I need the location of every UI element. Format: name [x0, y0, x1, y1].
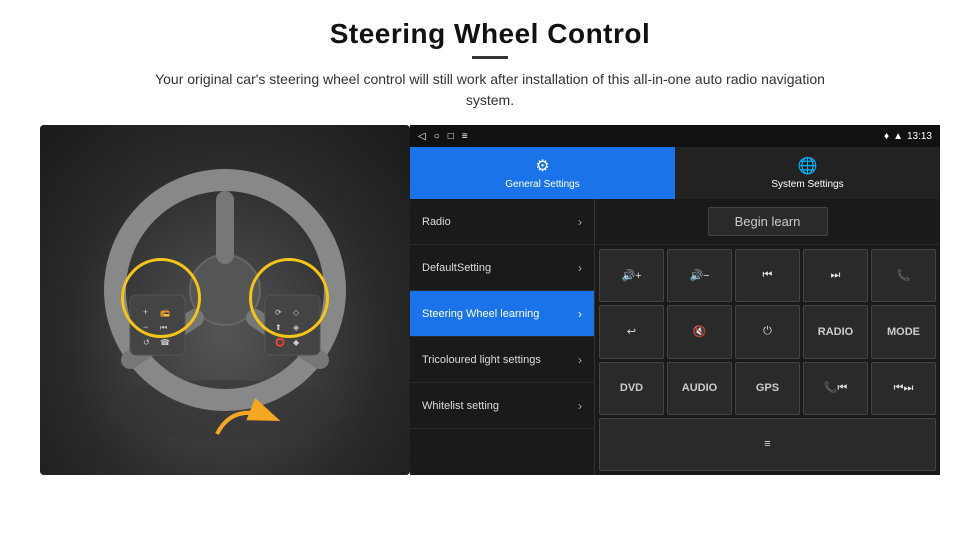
btn-dvd[interactable]: DVD: [599, 362, 664, 415]
next-track-icon: ⏭: [831, 269, 841, 282]
svg-text:◆: ◆: [293, 338, 300, 347]
tab-system-settings[interactable]: 🌐 System Settings: [675, 147, 940, 199]
control-row-4: ≡: [599, 418, 936, 471]
btn-phone-prev[interactable]: 📞⏮: [803, 362, 868, 415]
btn-mode[interactable]: MODE: [871, 305, 936, 358]
menu-nav-icon[interactable]: ≡: [462, 131, 468, 142]
chevron-icon-radio: ›: [578, 215, 582, 229]
audio-label: AUDIO: [682, 382, 717, 394]
begin-learn-button[interactable]: Begin learn: [708, 207, 828, 236]
btn-phone[interactable]: 📞: [871, 249, 936, 302]
tab-bar: ⚙ General Settings 🌐 System Settings: [410, 147, 940, 199]
highlight-circle-left: [121, 258, 201, 338]
status-bar: ◁ ○ □ ≡ ♦ ▲ 13:13: [410, 125, 940, 147]
system-settings-icon: 🌐: [798, 156, 818, 176]
mode-label: MODE: [887, 326, 920, 338]
btn-menu-icon[interactable]: ≡: [599, 418, 936, 471]
btn-gps[interactable]: GPS: [735, 362, 800, 415]
gps-label: GPS: [756, 382, 779, 394]
settings-item-whitelist[interactable]: Whitelist setting ›: [410, 383, 594, 429]
prev-track-icon: ⏮: [763, 269, 773, 282]
settings-item-steering-label: Steering Wheel learning: [422, 308, 539, 320]
location-icon: ♦: [884, 131, 889, 142]
phone-icon: 📞: [897, 269, 911, 282]
control-grid: 🔊+ 🔊− ⏮ ⏭ 📞: [595, 245, 940, 475]
svg-text:⭕: ⭕: [275, 337, 285, 347]
vol-down-icon: 🔊−: [689, 269, 709, 282]
menu-icon: ≡: [764, 438, 770, 450]
btn-mute[interactable]: 🔇: [667, 305, 732, 358]
title-divider: [472, 56, 508, 59]
settings-item-default[interactable]: DefaultSetting ›: [410, 245, 594, 291]
settings-area: Radio › DefaultSetting › Steering Wheel …: [410, 199, 940, 475]
clock: 13:13: [907, 131, 932, 142]
btn-hang-up[interactable]: ↩: [599, 305, 664, 358]
wifi-icon: ▲: [893, 131, 903, 142]
control-panel: Begin learn 🔊+ 🔊− ⏮: [595, 199, 940, 475]
svg-text:☎: ☎: [160, 338, 170, 347]
status-indicators: ♦ ▲ 13:13: [884, 131, 932, 142]
settings-item-radio[interactable]: Radio ›: [410, 199, 594, 245]
chevron-icon-tricoloured: ›: [578, 353, 582, 367]
settings-item-default-label: DefaultSetting: [422, 262, 491, 274]
arrow-indicator: [209, 392, 289, 457]
android-panel: ◁ ○ □ ≡ ♦ ▲ 13:13 ⚙ General Settings: [410, 125, 940, 475]
mute-icon: 🔇: [693, 325, 707, 338]
settings-list: Radio › DefaultSetting › Steering Wheel …: [410, 199, 595, 475]
btn-seek-ff[interactable]: ⏮⏭: [871, 362, 936, 415]
hang-up-icon: ↩: [627, 325, 636, 338]
btn-power[interactable]: ⏻: [735, 305, 800, 358]
highlight-circle-right: [249, 258, 329, 338]
seek-ff-icon: ⏮⏭: [894, 382, 914, 395]
vol-up-icon: 🔊+: [621, 269, 641, 282]
btn-next-track[interactable]: ⏭: [803, 249, 868, 302]
tab-general-label: General Settings: [505, 179, 580, 190]
control-row-2: ↩ 🔇 ⏻ RADIO MOD: [599, 305, 936, 358]
status-nav-icons: ◁ ○ □ ≡: [418, 131, 468, 142]
content-row: + − ↺ 📻 ⏮ ☎ ⟳ ⬆ ⭕ ◇ ◈ ◆: [40, 125, 940, 475]
dvd-label: DVD: [620, 382, 643, 394]
settings-item-tricoloured[interactable]: Tricoloured light settings ›: [410, 337, 594, 383]
page-subtitle: Your original car's steering wheel contr…: [140, 69, 840, 111]
svg-text:↺: ↺: [143, 338, 150, 347]
steering-wheel-image: + − ↺ 📻 ⏮ ☎ ⟳ ⬆ ⭕ ◇ ◈ ◆: [40, 125, 410, 475]
btn-vol-up[interactable]: 🔊+: [599, 249, 664, 302]
power-icon: ⏻: [763, 325, 772, 338]
btn-prev-track[interactable]: ⏮: [735, 249, 800, 302]
recents-nav-icon[interactable]: □: [448, 131, 454, 142]
begin-learn-row: Begin learn: [595, 199, 940, 245]
settings-item-tricoloured-label: Tricoloured light settings: [422, 354, 541, 366]
page-title: Steering Wheel Control: [330, 18, 651, 50]
chevron-icon-steering: ›: [578, 307, 582, 321]
home-nav-icon[interactable]: ○: [434, 131, 440, 142]
back-nav-icon[interactable]: ◁: [418, 131, 426, 142]
settings-item-radio-label: Radio: [422, 216, 451, 228]
btn-radio[interactable]: RADIO: [803, 305, 868, 358]
btn-vol-down[interactable]: 🔊−: [667, 249, 732, 302]
chevron-icon-default: ›: [578, 261, 582, 275]
chevron-icon-whitelist: ›: [578, 399, 582, 413]
settings-item-whitelist-label: Whitelist setting: [422, 400, 499, 412]
btn-audio[interactable]: AUDIO: [667, 362, 732, 415]
control-row-1: 🔊+ 🔊− ⏮ ⏭ 📞: [599, 249, 936, 302]
control-row-3: DVD AUDIO GPS 📞⏮: [599, 362, 936, 415]
settings-item-steering[interactable]: Steering Wheel learning ›: [410, 291, 594, 337]
phone-prev-icon: 📞⏮: [824, 381, 848, 395]
tab-system-label: System Settings: [771, 179, 843, 190]
radio-label: RADIO: [818, 326, 853, 338]
general-settings-icon: ⚙: [535, 156, 549, 176]
tab-general-settings[interactable]: ⚙ General Settings: [410, 147, 675, 199]
